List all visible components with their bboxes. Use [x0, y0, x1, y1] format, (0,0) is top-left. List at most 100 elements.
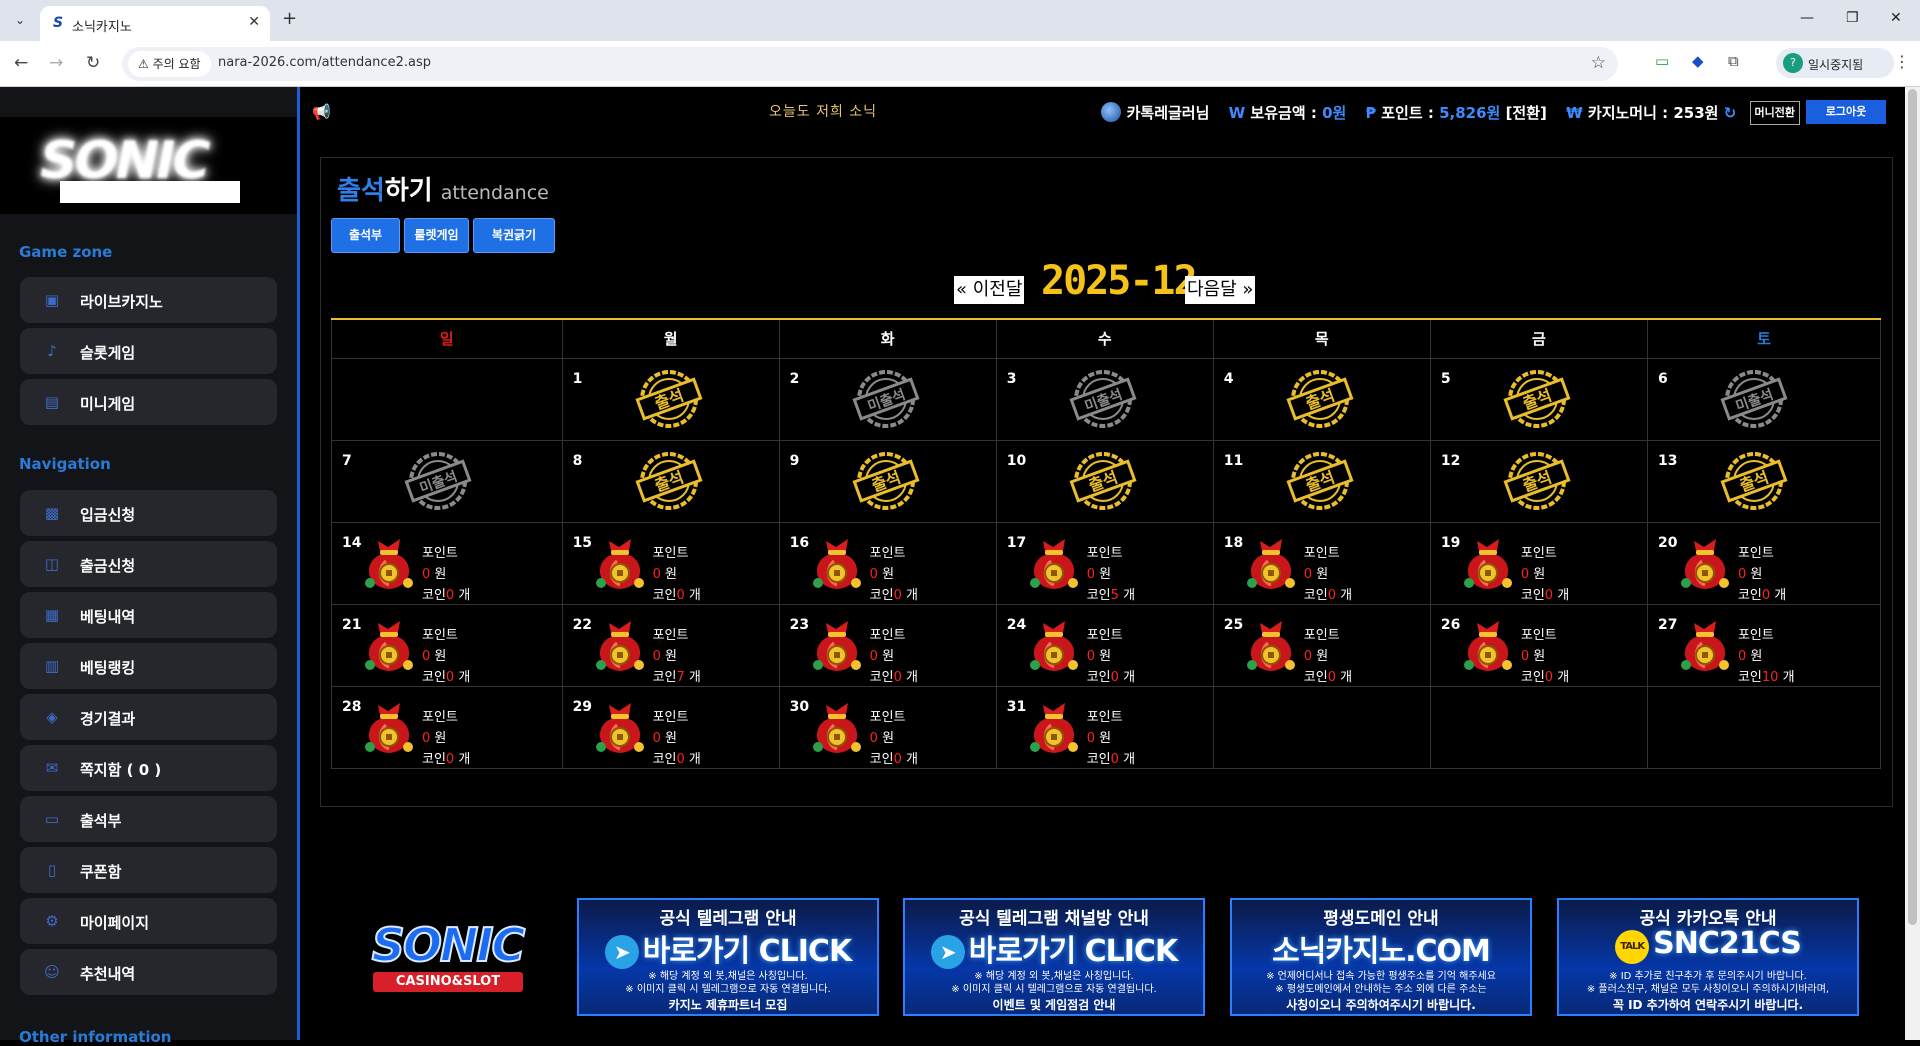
sidebar-item-label: 경기결과	[80, 710, 136, 728]
page-scrollbar[interactable]	[1905, 87, 1920, 1040]
footer-banner[interactable]: 공식 카카오톡 안내 TALK SNC21CS ※ ID 추가로 친구추가 후 문의주…	[1557, 898, 1859, 1016]
calendar-day-cell[interactable]: 11 출석	[1212, 439, 1431, 523]
lucky-bag-icon	[595, 702, 644, 753]
calendar-day-cell[interactable]: 2 미출석	[778, 357, 997, 441]
bookmark-star-icon[interactable]: ☆	[1591, 53, 1606, 73]
calendar-day-cell[interactable]: 28 포인트 0 원 코인0 개	[331, 685, 563, 770]
site-logo[interactable]: SONIC	[0, 117, 297, 214]
stamp-label: 출석	[1303, 467, 1337, 495]
calendar-day-cell[interactable]: 15 포인트 0 원 코인0 개	[561, 521, 780, 606]
footer-banner[interactable]: 평생도메인 안내 소닉카지노.COM ※ 언제어디서나 접속 가능한 평생주소를 기…	[1230, 898, 1532, 1016]
coin-unit: 개	[905, 587, 918, 603]
calendar-day-cell[interactable]: 14 포인트 0 원 코인0 개	[331, 521, 563, 605]
sidebar-item[interactable]: ▥ 베팅랭킹	[20, 643, 277, 689]
footer-brand-logo[interactable]: SONIC CASINO&SLOT	[355, 917, 540, 998]
window-close-button[interactable]: ✕	[1890, 10, 1902, 26]
footer-banner[interactable]: 공식 텔레그램 안내 ➤ 바로가기 CLICK ※ 해당 계정 외 봇,채널은 사칭입…	[577, 898, 879, 1016]
calendar-day-cell[interactable]: 23 포인트 0 원 코인0 개	[778, 603, 997, 687]
calendar-day-cell[interactable]: 6 미출석	[1646, 357, 1882, 441]
calendar-day-cell[interactable]: 4 출석	[1212, 357, 1431, 441]
tab-lottery[interactable]: 복권긁기	[473, 218, 555, 253]
sidebar-item[interactable]: ◈ 경기결과	[20, 694, 277, 740]
calendar-icon: ▭	[44, 810, 60, 828]
lucky-bag-icon	[812, 538, 861, 589]
sidebar-item[interactable]: ♪ 슬롯게임	[20, 328, 277, 374]
stamp-label: 출석	[1086, 467, 1120, 495]
point-label: 포인트	[652, 709, 689, 725]
calendar-day-cell[interactable]: 9 출석	[778, 439, 997, 523]
calendar-day-cell[interactable]: 21 포인트 0 원 코인0 개	[331, 603, 563, 687]
calendar-day-cell[interactable]: 17 포인트 0 원 코인5 개	[995, 521, 1214, 605]
calendar-day-cell[interactable]: 10 출석	[995, 439, 1214, 523]
cast-extension-icon[interactable]: ▭	[1655, 52, 1669, 70]
next-month-button[interactable]: 다음달 »	[1185, 276, 1256, 304]
calendar-day-cell[interactable]: 12 출석	[1429, 439, 1648, 523]
sidebar-item[interactable]: ▯ 쿠폰함	[20, 847, 277, 893]
calendar-day-cell[interactable]: 7 미출석	[331, 439, 563, 523]
calendar-day-cell[interactable]: 1 출석	[561, 357, 780, 441]
day-number: 16	[789, 534, 810, 551]
restore-button[interactable]: ❐	[1846, 10, 1859, 26]
attendance-panel: 출석하기 attendance 출석부 룰렛게임 복권긁기 « 이전달 2025-…	[320, 157, 1893, 807]
logout-button[interactable]: 로그아웃	[1806, 100, 1886, 124]
calendar-day-cell[interactable]: 22 포인트 0 원 코인7 개	[561, 603, 780, 687]
back-button[interactable]: ←	[14, 53, 28, 73]
calendar-day-cell[interactable]: 29 포인트 0 원 코인0 개	[561, 685, 780, 770]
sidebar-item[interactable]: ◫ 출금신청	[20, 541, 277, 587]
point-label: 포인트	[1086, 709, 1123, 725]
attended-stamp: 출석	[1286, 451, 1354, 510]
day-number: 22	[572, 616, 593, 633]
browser-tab-active[interactable]: S 소닉카지노 ✕	[40, 6, 270, 41]
sidebar-item[interactable]: ▩ 입금신청	[20, 490, 277, 536]
sidebar-item[interactable]: ▤ 미니게임	[20, 379, 277, 425]
tab-close-icon[interactable]: ✕	[248, 14, 260, 30]
coin-label: 코인	[1303, 669, 1328, 685]
tab-roulette[interactable]: 룰렛게임	[404, 218, 469, 253]
point-convert-link[interactable]: [전환]	[1506, 104, 1547, 122]
coin-unit: 개	[1782, 669, 1795, 685]
calendar-day-cell[interactable]: 3 미출석	[995, 357, 1214, 441]
tab-search-button[interactable]: ⌄	[8, 8, 32, 32]
coin-unit: 개	[1557, 587, 1570, 603]
new-tab-button[interactable]: +	[282, 8, 297, 29]
calendar-day-cell[interactable]: 5 출석	[1429, 357, 1648, 441]
forward-button[interactable]: →	[49, 53, 63, 73]
calendar-day-cell[interactable]: 13 출석	[1646, 439, 1882, 523]
sidebar-item[interactable]: ⚙ 마이페이지	[20, 898, 277, 944]
attended-stamp: 출석	[1503, 369, 1571, 428]
security-warning-chip[interactable]: ⚠ 주의 요함	[128, 51, 211, 77]
calendar-day-cell[interactable]: 30 포인트 0 원 코인0 개	[778, 685, 997, 770]
url-text[interactable]: nara-2026.com/attendance2.asp	[218, 55, 431, 70]
coin-value: 0	[1544, 669, 1554, 685]
reload-button[interactable]: ↻	[86, 53, 100, 73]
money-convert-button[interactable]: 머니전환	[1749, 101, 1800, 125]
tab-attendance[interactable]: 출석부	[331, 218, 400, 253]
sidebar-item[interactable]: ☺ 추천내역	[20, 949, 277, 995]
calendar-day-cell[interactable]: 8 출석	[561, 439, 780, 523]
minimize-button[interactable]: —	[1800, 10, 1814, 26]
sidebar-item[interactable]: ▦ 베팅내역	[20, 592, 277, 638]
calendar-day-cell[interactable]: 19 포인트 0 원 코인0 개	[1429, 521, 1648, 605]
scrollbar-thumb[interactable]	[1908, 89, 1917, 925]
calendar-day-cell[interactable]: 31 포인트 0 원 코인0 개	[995, 685, 1214, 770]
sidebar-item[interactable]: ▭ 출석부	[20, 796, 277, 842]
daily-reward: 포인트 0 원 코인0 개	[653, 543, 701, 606]
prev-month-button[interactable]: « 이전달	[954, 276, 1025, 304]
calendar-day-cell[interactable]: 26 포인트 0 원 코인0 개	[1429, 603, 1648, 687]
footer-banner[interactable]: 공식 텔레그램 채널방 안내 ➤ 바로가기 CLICK ※ 해당 계정 외 봇,채널은…	[903, 898, 1205, 1016]
calendar-day-cell[interactable]: 27 포인트 0 원 코인10 개	[1646, 603, 1882, 687]
address-bar[interactable]: ⚠ 주의 요함 nara-2026.com/attendance2.asp ☆	[122, 47, 1618, 81]
sidebar-item-label: 쿠폰함	[80, 863, 122, 881]
extensions-puzzle-icon[interactable]: ⧉	[1728, 52, 1739, 70]
sidebar-item[interactable]: ✉ 쪽지함 ( 0 )	[20, 745, 277, 791]
calendar-day-cell[interactable]: 18 포인트 0 원 코인0 개	[1212, 521, 1431, 605]
profile-chip[interactable]: ? 일시중지됨	[1776, 48, 1894, 78]
browser-menu-icon[interactable]: ⋮	[1894, 52, 1910, 71]
refresh-icon[interactable]: ↻	[1724, 104, 1737, 122]
sidebar-item[interactable]: ▣ 라이브카지노	[20, 277, 277, 323]
calendar-day-cell[interactable]: 20 포인트 0 원 코인0 개	[1646, 521, 1882, 605]
calendar-day-cell[interactable]: 25 포인트 0 원 코인0 개	[1212, 603, 1431, 687]
shield-extension-icon[interactable]: ◆	[1692, 52, 1704, 70]
calendar-day-cell[interactable]: 16 포인트 0 원 코인0 개	[778, 521, 997, 605]
calendar-day-cell[interactable]: 24 포인트 0 원 코인0 개	[995, 603, 1214, 687]
